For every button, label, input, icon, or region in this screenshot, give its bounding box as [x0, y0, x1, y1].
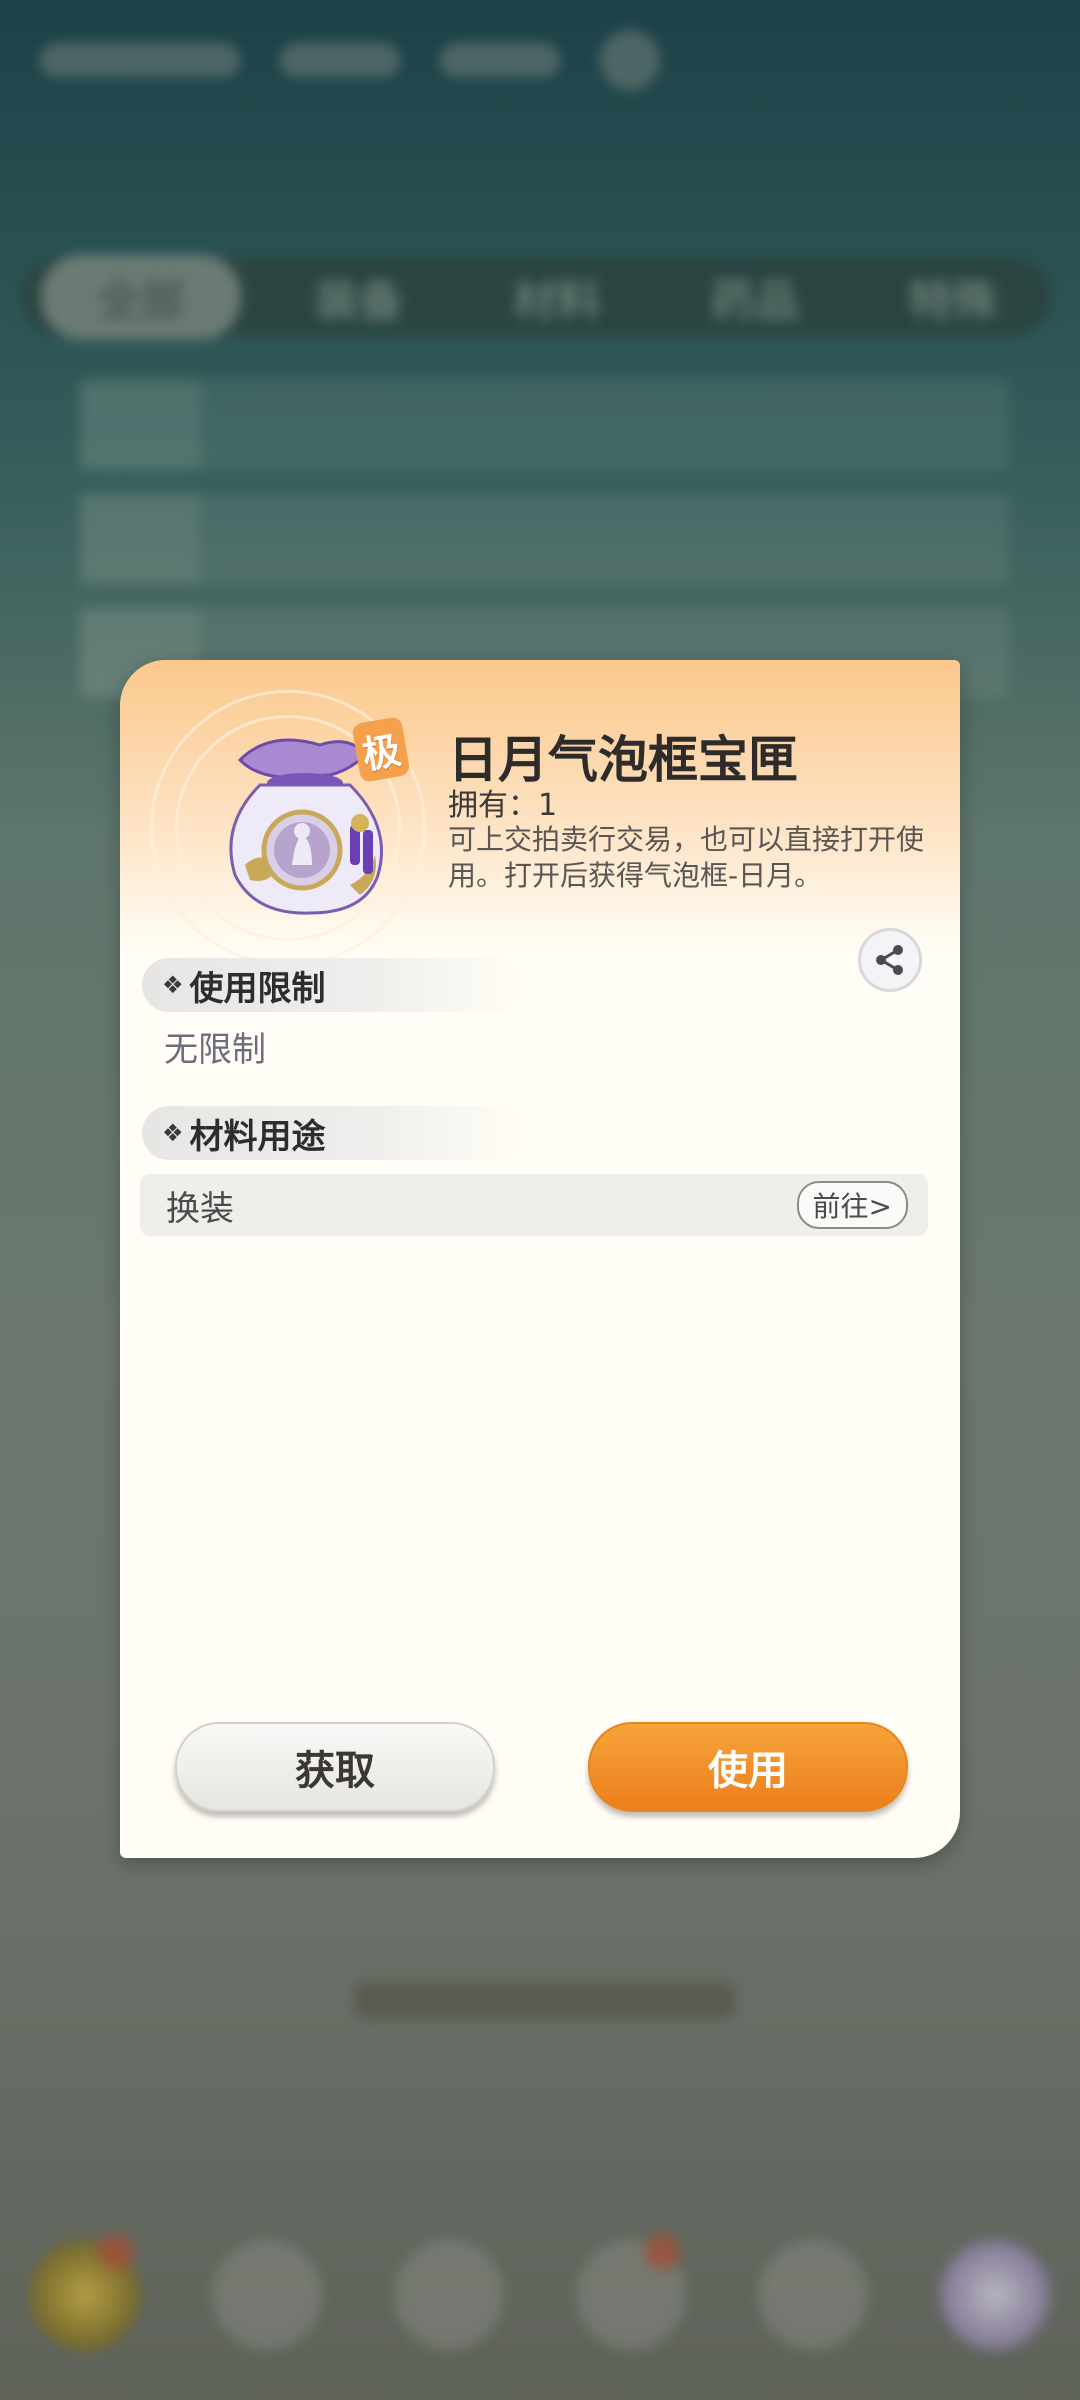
material-use-section-title: ❖ 材料用途 [142, 1106, 522, 1160]
section-title-text: 使用限制 [189, 968, 326, 1009]
owned-count: 拥有：1 [448, 788, 558, 823]
goto-button[interactable]: 前往> [796, 1181, 908, 1229]
share-icon [876, 945, 903, 975]
usage-limit-section-title: ❖ 使用限制 [142, 958, 522, 1012]
usage-limit-value: 无限制 [164, 1030, 266, 1070]
material-use-row: 换装 前往> [140, 1174, 928, 1236]
material-use-name: 换装 [166, 1188, 234, 1229]
item-detail-dialog: 极 日月气泡框宝匣 拥有：1 可上交拍卖行交易，也可以直接打开使用。打开后获得气… [120, 660, 960, 1858]
use-button[interactable]: 使用 [588, 1722, 908, 1812]
item-description: 可上交拍卖行交易，也可以直接打开使用。打开后获得气泡框-日月。 [448, 823, 925, 892]
diamond-icon: ❖ [162, 1119, 184, 1147]
diamond-icon: ❖ [162, 971, 184, 999]
share-button[interactable] [858, 928, 922, 992]
get-button[interactable]: 获取 [175, 1722, 495, 1812]
section-title-text: 材料用途 [189, 1116, 326, 1157]
grade-badge: 极 [351, 716, 411, 783]
